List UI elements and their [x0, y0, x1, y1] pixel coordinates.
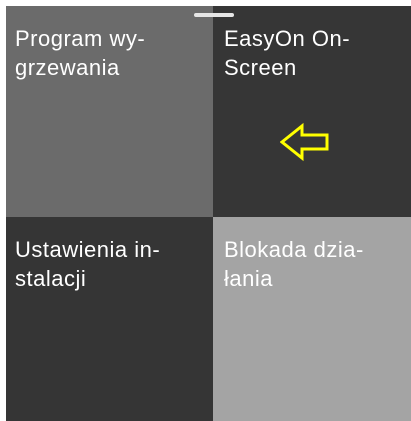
- left-arrow-icon: [280, 122, 329, 162]
- tile-label: Blokada dzia- łania: [224, 237, 364, 291]
- drag-handle[interactable]: [194, 13, 234, 17]
- tile-blokada-dzialania[interactable]: Blokada dzia- łania: [213, 217, 411, 421]
- tile-easyon-on-screen[interactable]: EasyOn On- Screen: [213, 6, 411, 217]
- tile-label: EasyOn On- Screen: [224, 26, 351, 80]
- tile-ustawienia-instalacji[interactable]: Ustawienia in- stalacji: [6, 217, 213, 421]
- tile-grid: Program wy- grzewania EasyOn On- Screen …: [6, 6, 411, 421]
- tile-label: Ustawienia in- stalacji: [15, 237, 161, 291]
- tile-program-wygrzewania[interactable]: Program wy- grzewania: [6, 6, 213, 217]
- tile-label: Program wy- grzewania: [15, 26, 146, 80]
- screen: Program wy- grzewania EasyOn On- Screen …: [0, 0, 411, 421]
